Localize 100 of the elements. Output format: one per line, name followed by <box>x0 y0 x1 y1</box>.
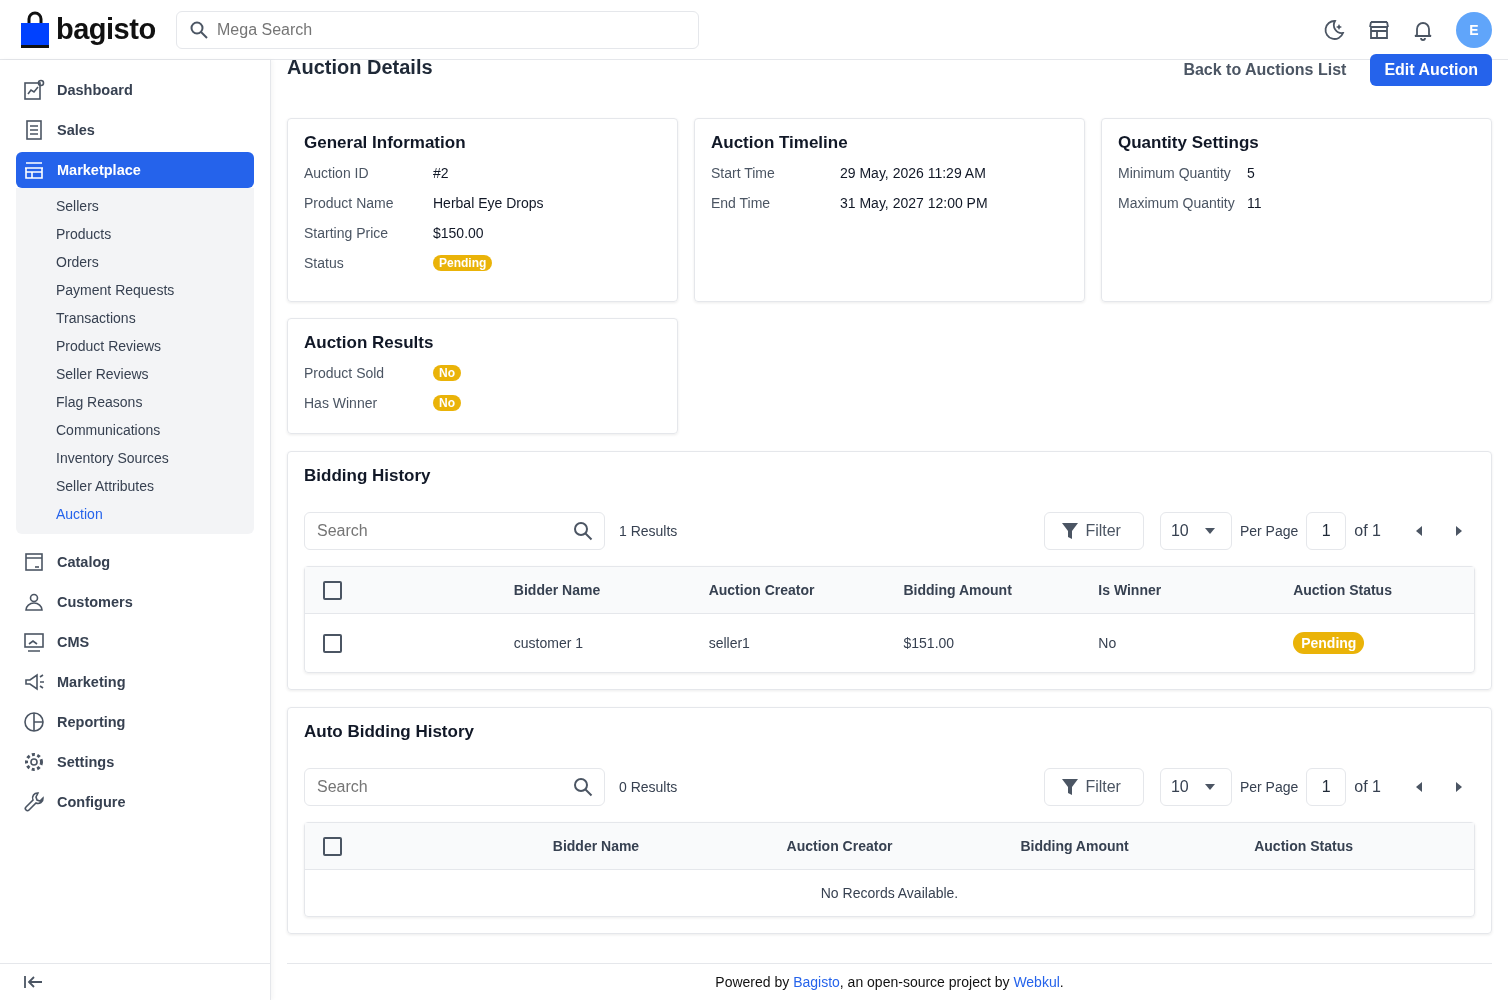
submenu-item[interactable]: Orders <box>16 248 99 276</box>
field-value: $150.00 <box>433 225 485 241</box>
field-label: Product Sold <box>304 365 386 381</box>
panel-title: Bidding History <box>304 466 432 486</box>
collapse-icon[interactable] <box>24 975 44 989</box>
receipt-icon <box>23 119 45 141</box>
moon-icon[interactable] <box>1322 17 1346 42</box>
submenu-item[interactable]: Communications <box>16 416 161 444</box>
field-label: Has Winner <box>304 395 379 411</box>
table-cell: $151.00 <box>903 635 955 651</box>
sidebar-item[interactable]: CMS <box>16 624 254 660</box>
person-icon <box>23 591 45 613</box>
submenu-item[interactable]: Product Reviews <box>16 332 162 360</box>
table-cell: customer 1 <box>513 635 584 651</box>
page-field[interactable]: 1 <box>1306 512 1347 550</box>
page-field[interactable]: 1 <box>1306 768 1347 806</box>
field-label: Auction ID <box>304 165 370 181</box>
card-title: Quantity Settings <box>1118 133 1260 153</box>
checkbox[interactable] <box>323 836 342 856</box>
card-title: Auction Results <box>304 333 435 353</box>
edit-button[interactable]: Edit Auction <box>1370 54 1492 86</box>
submenu-item[interactable]: Auction <box>16 500 103 528</box>
submenu-item[interactable]: Seller Attributes <box>16 472 155 500</box>
submenu-item[interactable]: Inventory Sources <box>16 444 169 472</box>
next-icon[interactable] <box>1455 782 1463 792</box>
caret-icon <box>1204 528 1215 534</box>
footer-link[interactable]: Bagisto <box>793 974 840 990</box>
previous-icon[interactable] <box>1415 782 1423 792</box>
field-label: Starting Price <box>304 225 390 241</box>
sidebar-item[interactable]: Configure <box>16 784 254 820</box>
per-page-select[interactable]: 10 <box>1159 512 1232 550</box>
column-header: Bidding Amount <box>902 582 1013 598</box>
status-badge: Pending <box>1293 632 1365 654</box>
field-value: 5 <box>1247 165 1256 181</box>
back-link[interactable]: Back to Auctions List <box>1183 61 1347 79</box>
field-label: End Time <box>711 195 772 211</box>
field-label: Maximum Quantity <box>1118 195 1236 211</box>
search-icon <box>190 20 208 39</box>
field-value: 11 <box>1247 195 1263 211</box>
search-field[interactable]: Mega Search <box>176 10 699 49</box>
sidebar-item[interactable]: Settings <box>16 744 254 780</box>
search-icon <box>573 777 593 797</box>
column-header: Auction Creator <box>707 582 816 598</box>
shopping-bag-icon <box>20 10 50 49</box>
settings-icon <box>23 751 45 773</box>
status-badge: No <box>433 395 461 411</box>
submenu-item[interactable]: Sellers <box>16 192 99 220</box>
megaphone-icon <box>23 671 45 693</box>
sidebar-item[interactable]: Sales <box>16 112 254 148</box>
sidebar-item[interactable]: Customers <box>16 584 254 620</box>
column-header: Auction Status <box>1292 582 1393 598</box>
results-count: 0 Results <box>619 779 678 795</box>
column-header: Auction Status <box>1253 838 1354 854</box>
filter-button[interactable]: Filter <box>1044 768 1144 806</box>
submenu-item[interactable]: Seller Reviews <box>16 360 149 388</box>
filter-button[interactable]: Filter <box>1044 512 1144 550</box>
field-value: 31 May, 2027 12:00 PM <box>840 195 989 211</box>
page-count: of 1 <box>1354 778 1381 796</box>
column-header: Bidder Name <box>551 838 641 854</box>
sidebar-item[interactable]: Catalog <box>16 544 254 580</box>
search-icon <box>573 521 593 541</box>
results-count: 1 Results <box>619 523 678 539</box>
catalog-icon <box>23 551 45 573</box>
dashboard-icon <box>23 79 45 101</box>
search-field[interactable]: Search <box>304 768 605 806</box>
field-label: Start Time <box>711 165 776 181</box>
pie-chart-icon <box>23 711 45 733</box>
field-value: 29 May, 2026 11:29 AM <box>840 165 987 181</box>
panel-title: Auto Bidding History <box>304 722 475 742</box>
per-page-label: Per Page <box>1239 779 1299 795</box>
checkbox[interactable] <box>323 633 342 653</box>
sidebar-item[interactable]: Dashboard <box>16 72 254 108</box>
field-label: Product Name <box>304 195 395 211</box>
per-page-select[interactable]: 10 <box>1159 768 1232 806</box>
column-header: Is Winner <box>1097 582 1163 598</box>
checkbox[interactable] <box>323 580 342 600</box>
column-header: Bidder Name <box>512 582 602 598</box>
sidebar-item[interactable]: Marketplace <box>16 152 254 188</box>
submenu-item[interactable]: Payment Requests <box>16 276 175 304</box>
wrench-icon <box>23 791 45 813</box>
filter-icon <box>1061 778 1080 796</box>
store-icon <box>23 159 45 181</box>
store-icon[interactable] <box>1368 18 1390 41</box>
field-label: Minimum Quantity <box>1118 165 1232 181</box>
sidebar-item[interactable]: Marketing <box>16 664 254 700</box>
monitor-icon <box>23 631 45 653</box>
footer-link[interactable]: Webkul <box>1013 974 1060 990</box>
next-icon[interactable] <box>1455 526 1463 536</box>
logo[interactable]: bagisto <box>20 10 176 49</box>
submenu-item[interactable]: Products <box>16 220 112 248</box>
submenu-item[interactable]: Flag Reasons <box>16 388 143 416</box>
filter-icon <box>1061 522 1080 540</box>
search-field[interactable]: Search <box>304 512 605 550</box>
sidebar-item[interactable]: Reporting <box>16 704 254 740</box>
submenu-item[interactable]: Transactions <box>16 304 136 332</box>
previous-icon[interactable] <box>1415 526 1423 536</box>
per-page-label: Per Page <box>1239 523 1299 539</box>
column-header: Auction Creator <box>785 838 894 854</box>
status-badge: No <box>433 365 461 381</box>
footer-text: Powered by Bagisto, an open-source project by Webkul. <box>715 974 1064 990</box>
